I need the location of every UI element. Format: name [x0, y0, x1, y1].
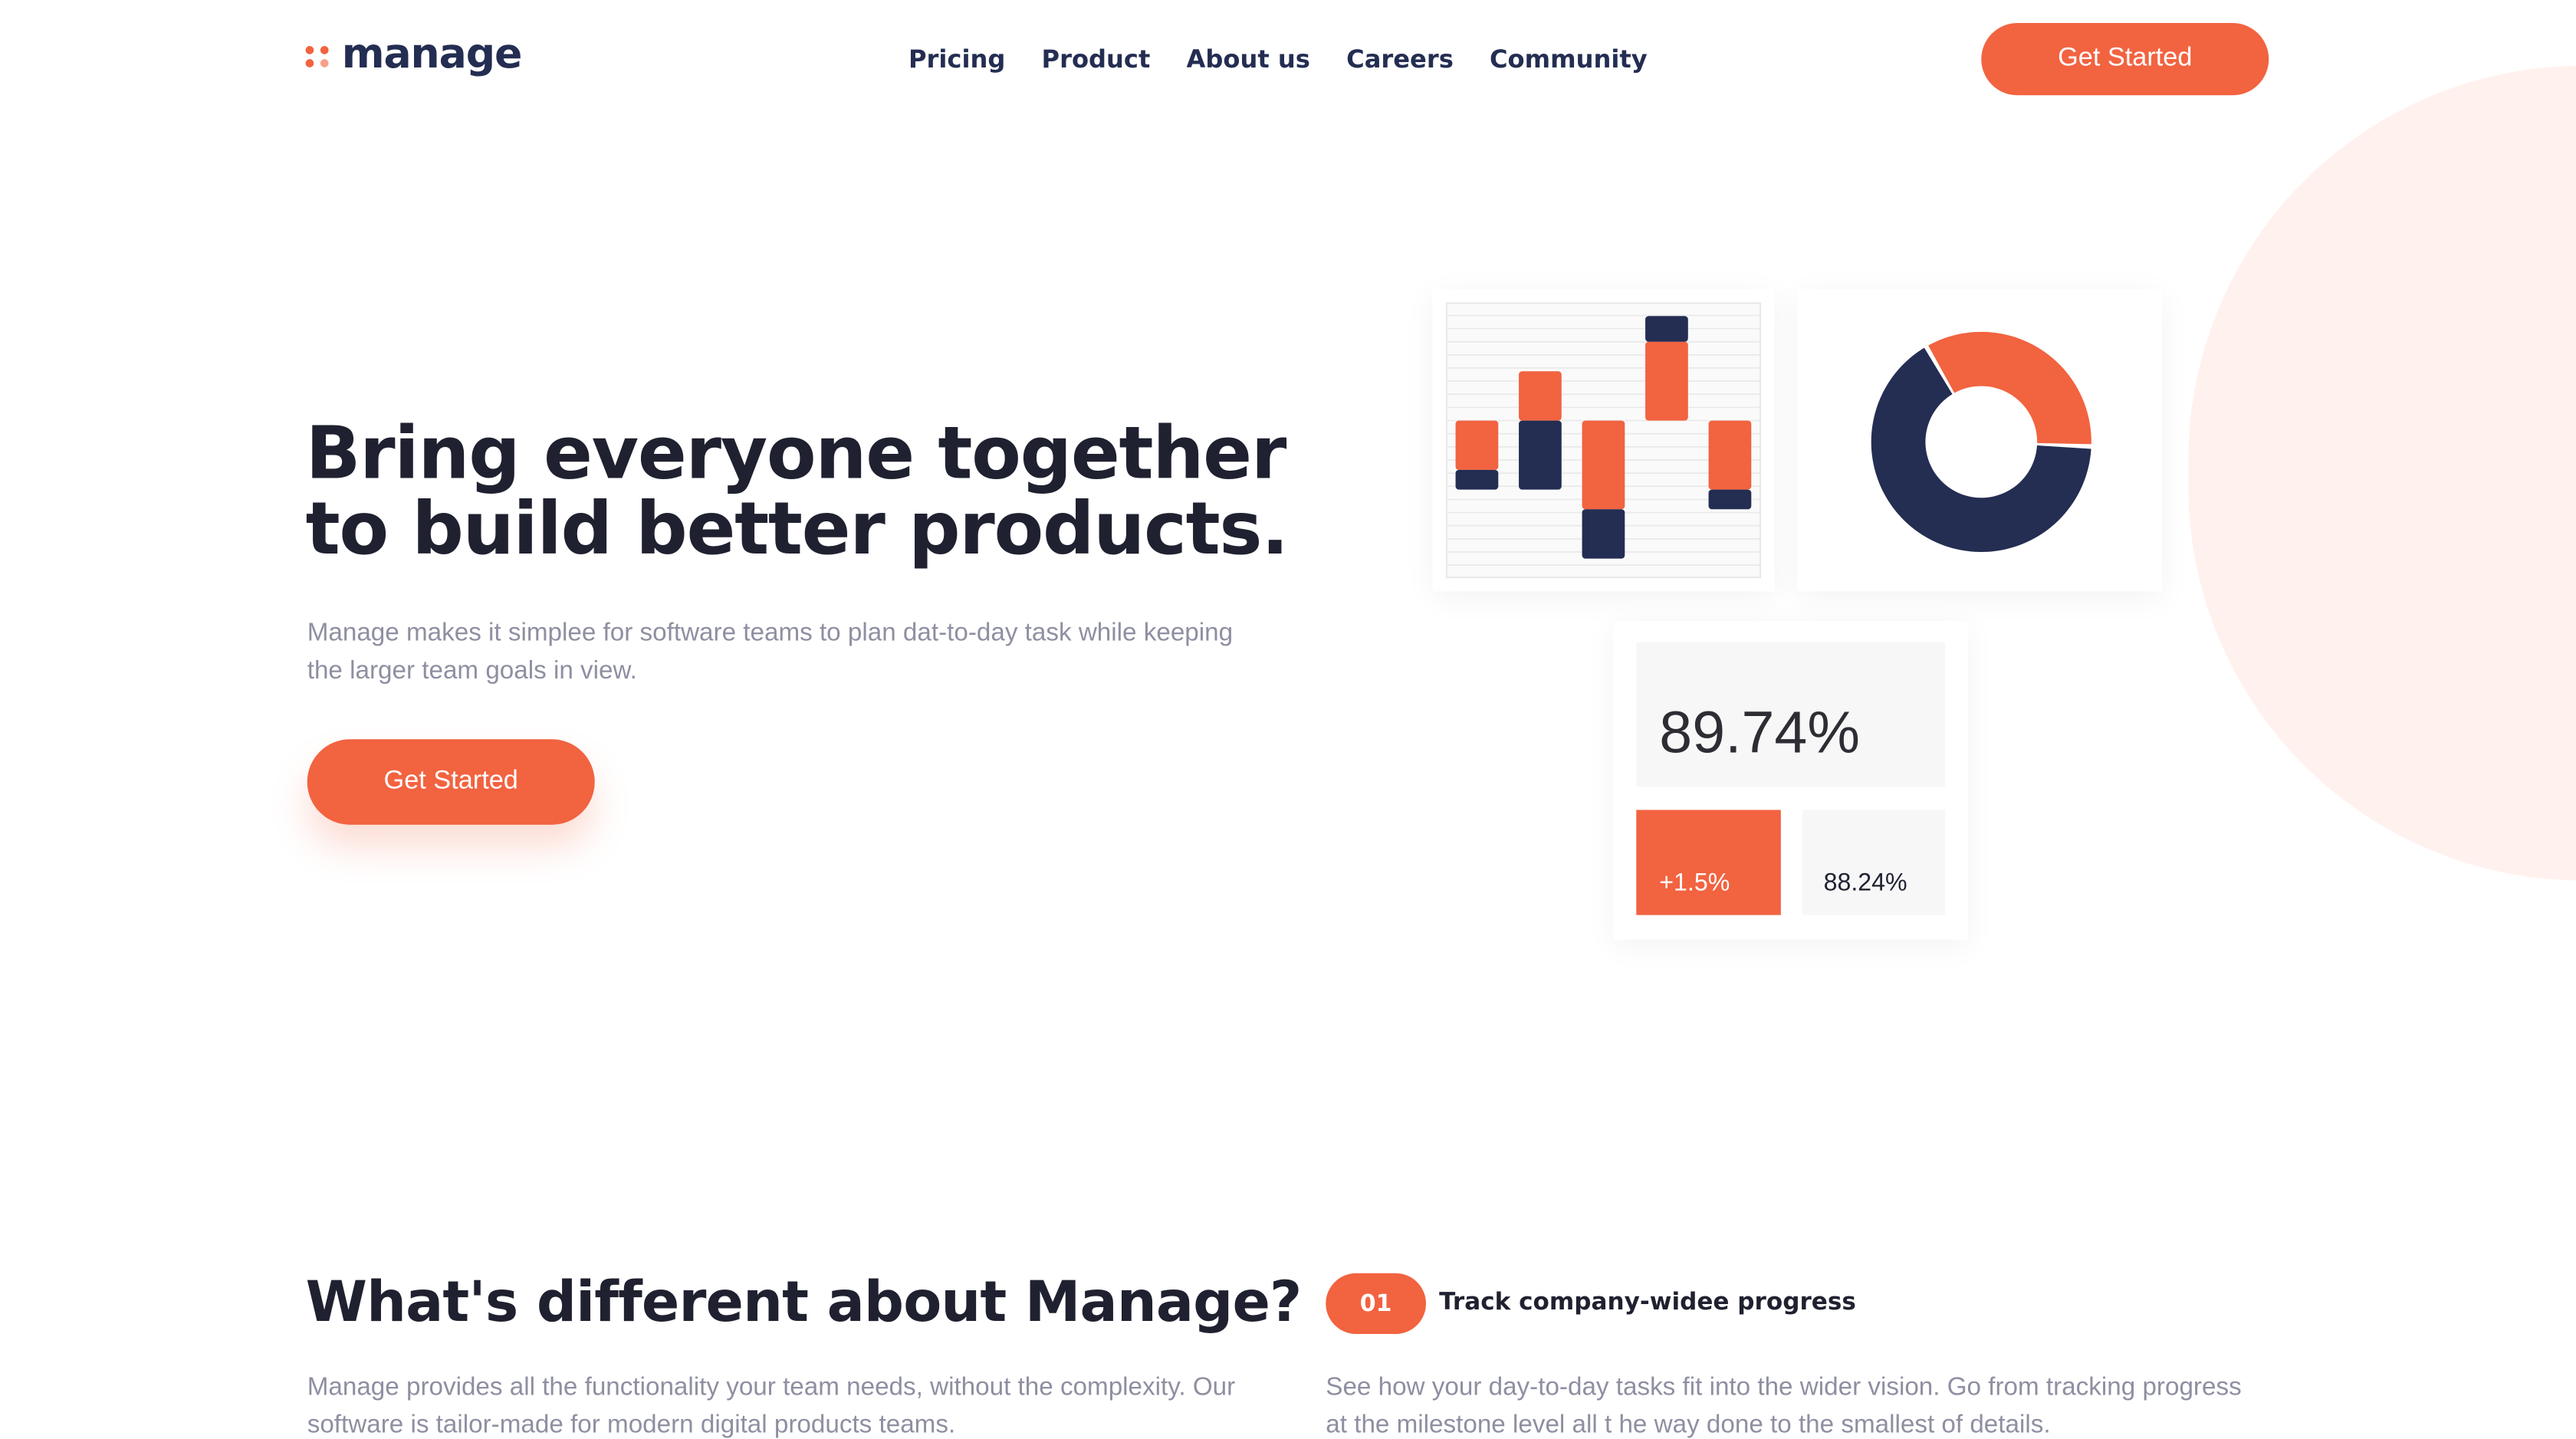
bar-segment-navy-4: [1708, 489, 1752, 510]
feature-number-badge: 01: [1326, 1273, 1426, 1334]
bar-segment-orange-2: [1582, 420, 1625, 510]
page: manage Pricing Product About us Careers …: [0, 0, 2576, 1439]
nav-item-community[interactable]: Community: [1490, 43, 1648, 76]
hero-title-line-2: to build better products.: [305, 488, 1290, 572]
hero-description: Manage makes it simplee for software tea…: [307, 619, 1234, 685]
main-nav: Pricing Product About us Careers Communi…: [909, 43, 1684, 76]
bar-segment-navy-0: [1455, 469, 1499, 490]
feature-description: See how your day-to-day tasks fit into t…: [1326, 1373, 2242, 1439]
hero-title: Bring everyone together to build better …: [305, 416, 1357, 572]
header-get-started-button[interactable]: Get Started: [1981, 23, 2269, 96]
feature-title: Track company-widee progress: [1439, 1290, 1856, 1316]
logo-text: manage: [341, 29, 523, 77]
bar-segment-orange-1: [1519, 371, 1562, 421]
section-title: What's different about Manage?: [305, 1270, 1303, 1336]
bar-segment-orange-3: [1645, 341, 1688, 421]
background-decoration: [2188, 65, 2576, 881]
donut-slice-orange: [1928, 331, 2091, 445]
hero-get-started-button[interactable]: Get Started: [307, 739, 595, 825]
nav-item-careers[interactable]: Careers: [1346, 43, 1454, 76]
hero-title-line-1: Bring everyone together: [305, 412, 1287, 497]
bar-segment-navy-2: [1582, 509, 1625, 559]
donut-chart: [1871, 331, 2091, 552]
bar-segment-orange-4: [1708, 420, 1752, 490]
bar-chart: [1445, 302, 1762, 579]
logo-mark-icon: [305, 41, 332, 67]
nav-item-about-us[interactable]: About us: [1187, 43, 1310, 76]
stat-change-value: +1.5%: [1659, 869, 1730, 897]
logo[interactable]: manage: [305, 29, 523, 79]
bar-segment-orange-0: [1455, 420, 1499, 470]
stat-secondary-value: 88.24%: [1823, 869, 1907, 897]
nav-item-pricing[interactable]: Pricing: [909, 43, 1005, 76]
stat-main-value: 89.74%: [1659, 698, 1860, 766]
bar-segment-navy-3: [1645, 316, 1688, 342]
nav-item-product[interactable]: Product: [1042, 43, 1151, 76]
bar-segment-navy-1: [1519, 420, 1562, 490]
section-description: Manage provides all the functionality yo…: [307, 1373, 1236, 1439]
